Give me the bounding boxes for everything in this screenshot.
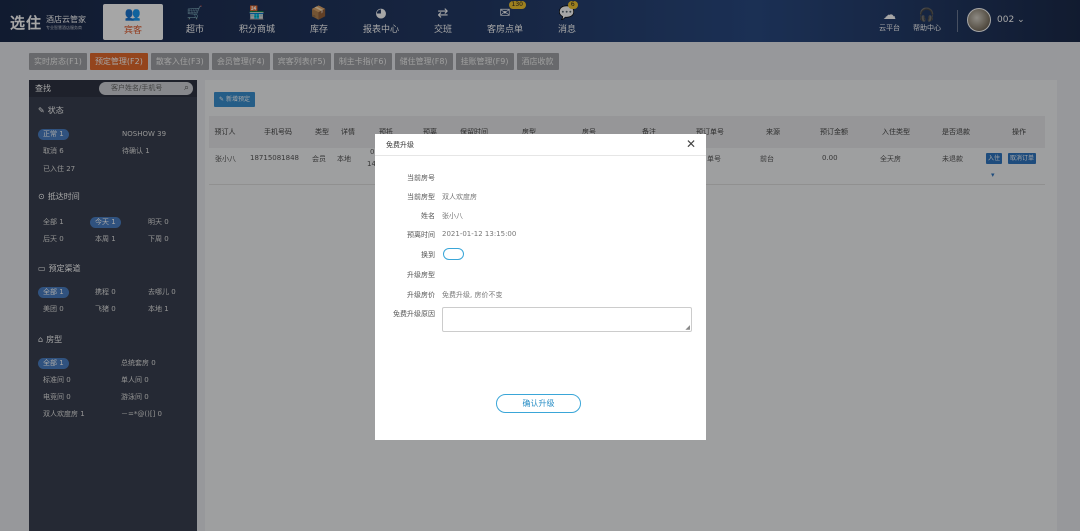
value-checkout-time: 2021-01-12 13:15:00	[442, 230, 517, 238]
label-current-room-no: 当前房号	[407, 174, 435, 182]
label-current-room-type: 当前房型	[407, 193, 435, 201]
label-upgrade-room-type: 升级房型	[407, 271, 435, 279]
label-upgrade-reason: 免费升级原因	[393, 310, 435, 318]
label-change-to: 换到	[421, 251, 435, 259]
dialog-header: 免费升级 ✕	[375, 134, 706, 156]
label-checkout-time: 预离时间	[407, 231, 435, 239]
free-upgrade-dialog: 免费升级 ✕ 当前房号 当前房型 双人欢度房 姓名 张小八 预离时间 2021-…	[375, 134, 706, 440]
resize-handle-icon[interactable]: ◢	[685, 324, 690, 331]
confirm-upgrade-button[interactable]: 确认升级	[496, 394, 581, 413]
value-upgrade-price: 免费升级, 房价不变	[442, 291, 503, 299]
label-upgrade-price: 升级房价	[407, 291, 435, 299]
change-to-room-selector[interactable]	[443, 248, 464, 260]
value-name: 张小八	[442, 212, 463, 220]
label-name: 姓名	[421, 212, 435, 220]
dialog-title: 免费升级	[386, 141, 414, 149]
close-icon[interactable]: ✕	[686, 137, 696, 151]
value-current-room-type: 双人欢度房	[442, 193, 477, 201]
upgrade-reason-textarea[interactable]: ◢	[442, 307, 692, 332]
